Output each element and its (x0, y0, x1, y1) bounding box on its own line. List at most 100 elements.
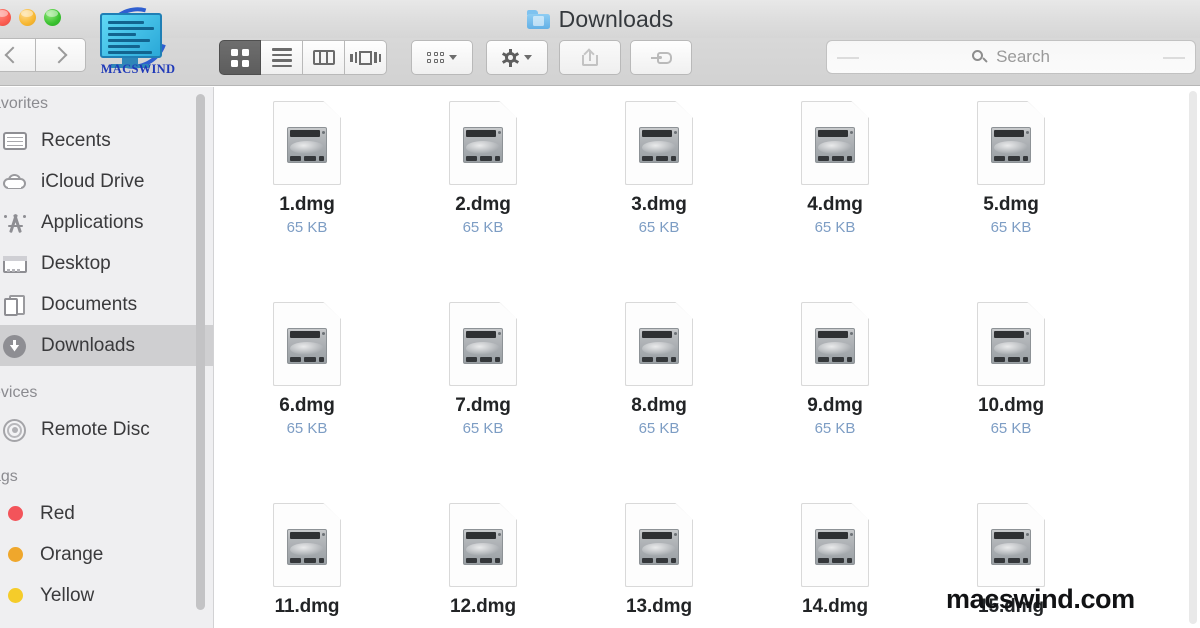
dmg-disk-image-icon (801, 503, 869, 587)
file-item[interactable]: 7.dmg 65 KB (408, 302, 558, 437)
file-item[interactable]: 1.dmg 65 KB (232, 101, 382, 236)
view-mode-segmented-control (219, 40, 387, 75)
columns-icon (312, 50, 335, 65)
dmg-disk-image-icon (977, 302, 1045, 386)
tag-dot-yellow-icon (8, 588, 23, 603)
folder-icon (526, 10, 550, 29)
column-view-button[interactable] (303, 40, 345, 75)
gear-icon (501, 48, 520, 67)
file-size: 65 KB (990, 219, 1032, 236)
dmg-disk-image-icon (449, 101, 517, 185)
file-item[interactable]: 14.dmg (760, 503, 910, 621)
content-scrollbar[interactable] (1189, 91, 1197, 624)
file-name: 7.dmg (455, 395, 511, 416)
file-item[interactable]: 12.dmg (408, 503, 558, 621)
sidebar-item-label: Downloads (41, 334, 135, 356)
sidebar-item-downloads[interactable]: Downloads (0, 325, 213, 366)
sidebar-section-favorites-header: avorites (0, 95, 49, 112)
sidebar-item-tag-yellow[interactable]: Yellow (0, 575, 213, 616)
file-name: 1.dmg (279, 194, 335, 215)
file-name: 5.dmg (983, 194, 1039, 215)
share-button[interactable] (559, 40, 621, 75)
file-name: 6.dmg (279, 395, 335, 416)
file-item[interactable]: 10.dmg 65 KB (936, 302, 1086, 437)
arrange-button[interactable] (411, 40, 473, 75)
sidebar-item-label: iCloud Drive (41, 170, 145, 192)
downloads-icon (2, 334, 28, 358)
forward-arrow-icon (50, 46, 67, 64)
file-name: 4.dmg (807, 194, 863, 215)
file-item[interactable]: 8.dmg 65 KB (584, 302, 734, 437)
file-item[interactable]: 11.dmg (232, 503, 382, 621)
grid-icon (231, 48, 249, 67)
file-item[interactable]: 5.dmg 65 KB (936, 101, 1086, 236)
sidebar-item-applications[interactable]: Applications (0, 202, 213, 243)
sidebar-item-tag-red[interactable]: Red (0, 493, 213, 534)
sidebar-section-devices-header: evices (0, 384, 38, 401)
chevron-down-icon (524, 55, 532, 60)
search-icon (972, 49, 988, 65)
recents-icon (2, 129, 28, 153)
file-item[interactable]: 9.dmg 65 KB (760, 302, 910, 437)
dmg-disk-image-icon (801, 101, 869, 185)
dmg-disk-image-icon (625, 101, 693, 185)
file-item[interactable]: 4.dmg 65 KB (760, 101, 910, 236)
list-view-button[interactable] (261, 40, 303, 75)
sidebar-item-label: Documents (41, 293, 138, 315)
file-name: 13.dmg (626, 596, 692, 617)
action-button[interactable] (486, 40, 548, 75)
sidebar: avorites Recents iCloud Drive Applicatio… (0, 87, 214, 628)
dmg-disk-image-icon (801, 302, 869, 386)
file-size: 65 KB (990, 420, 1032, 437)
file-size: 65 KB (286, 219, 328, 236)
cloud-icon (2, 170, 28, 194)
file-size: 65 KB (814, 420, 856, 437)
dmg-disk-image-icon (273, 101, 341, 185)
file-size: 65 KB (462, 420, 504, 437)
file-size: 65 KB (638, 219, 680, 236)
sidebar-item-label: Yellow (40, 584, 95, 606)
forward-button[interactable] (36, 38, 86, 72)
logo-text: MACSWIND (100, 62, 176, 76)
desktop-icon (2, 252, 28, 276)
search-placeholder: Search (996, 47, 1050, 66)
file-item[interactable]: 6.dmg 65 KB (232, 302, 382, 437)
sidebar-item-recents[interactable]: Recents (0, 120, 213, 161)
file-name: 11.dmg (274, 596, 340, 617)
file-item[interactable]: 3.dmg 65 KB (584, 101, 734, 236)
search-field[interactable]: Search (826, 40, 1196, 74)
sidebar-item-label: Recents (41, 129, 111, 151)
file-name: 2.dmg (455, 194, 511, 215)
chevron-down-icon (449, 55, 457, 60)
sidebar-scrollbar[interactable] (196, 94, 205, 610)
documents-icon (2, 293, 28, 317)
dmg-disk-image-icon (449, 302, 517, 386)
file-size: 65 KB (814, 219, 856, 236)
macswind-logo: MACSWIND (91, 0, 184, 80)
icon-view-button[interactable] (219, 40, 261, 75)
file-item[interactable]: 13.dmg (584, 503, 734, 621)
tag-dot-red-icon (8, 506, 23, 521)
logo-monitor-icon (100, 13, 162, 58)
dmg-disk-image-icon (625, 503, 693, 587)
dmg-disk-image-icon (977, 503, 1045, 587)
file-name: 3.dmg (631, 194, 687, 215)
file-item[interactable]: 2.dmg 65 KB (408, 101, 558, 236)
coverflow-view-button[interactable] (345, 40, 387, 75)
sidebar-item-remote-disc[interactable]: Remote Disc (0, 409, 213, 450)
finder-window: Downloads MACSWIND Search vorites Recent… (0, 0, 1200, 628)
dmg-disk-image-icon (625, 302, 693, 386)
sidebar-item-documents[interactable]: Documents (0, 284, 213, 325)
back-button[interactable] (0, 38, 36, 72)
sidebar-item-label: Orange (40, 543, 104, 565)
sidebar-item-tag-orange[interactable]: Orange (0, 534, 213, 575)
sidebar-item-desktop[interactable]: Desktop (0, 243, 213, 284)
disc-icon (2, 418, 28, 442)
page-title: Downloads (558, 6, 674, 32)
file-size: 65 KB (462, 219, 504, 236)
sidebar-item-icloud-drive[interactable]: iCloud Drive (0, 161, 213, 202)
sidebar-item-label: Desktop (41, 252, 111, 274)
tag-button[interactable] (630, 40, 692, 75)
file-name: 14.dmg (802, 596, 868, 617)
file-name: 10.dmg (978, 395, 1044, 416)
